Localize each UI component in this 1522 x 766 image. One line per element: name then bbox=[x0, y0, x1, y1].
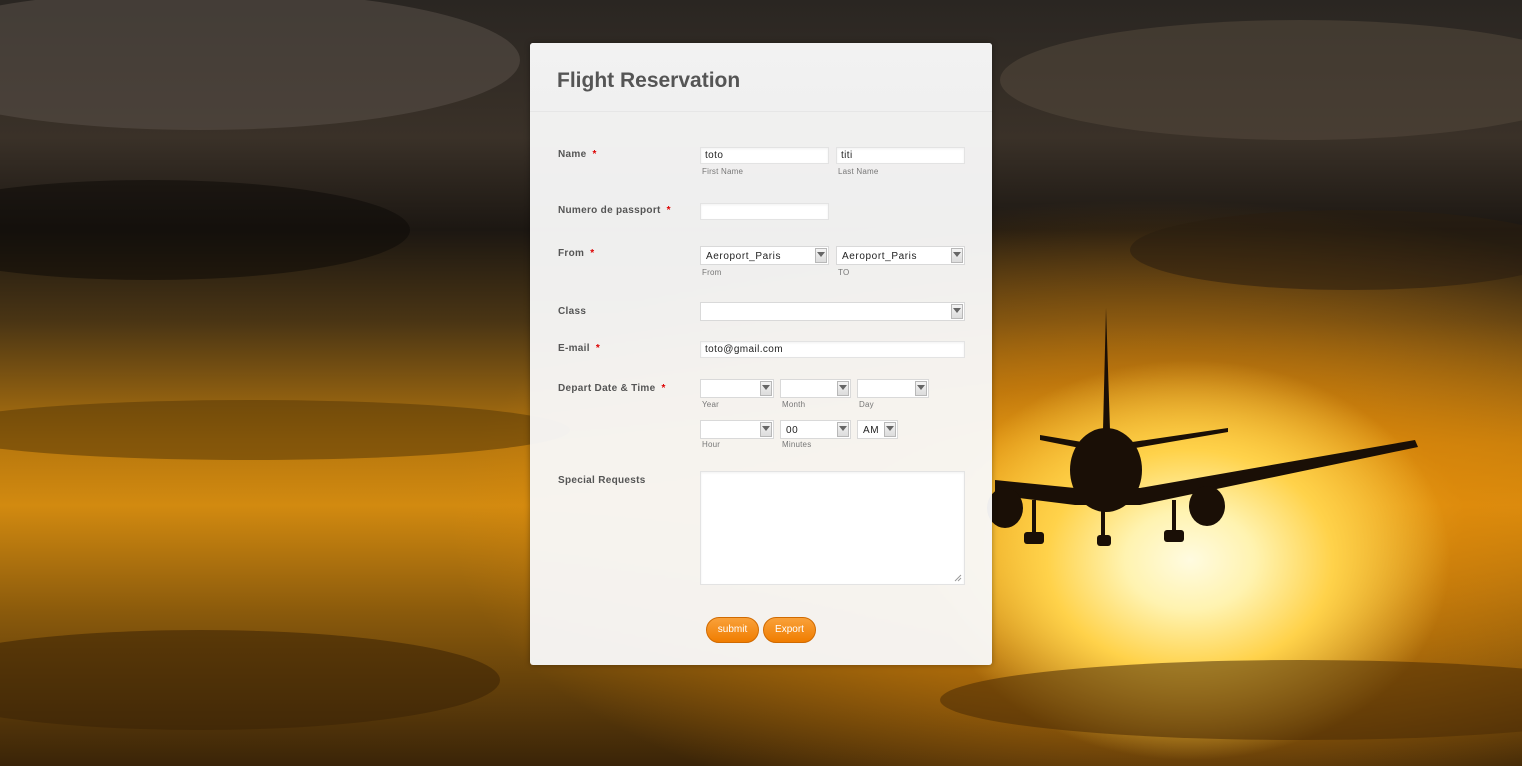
minutes-sublabel: Minutes bbox=[782, 440, 812, 449]
passport-label-text: Numero de passport bbox=[558, 205, 661, 216]
last-name-sublabel: Last Name bbox=[838, 167, 879, 176]
hour-sublabel: Hour bbox=[702, 440, 721, 449]
special-requests-label: Special Requests bbox=[558, 475, 646, 486]
minutes-select[interactable]: 00 bbox=[780, 420, 851, 439]
day-sublabel: Day bbox=[859, 400, 874, 409]
depart-label: Depart Date & Time * bbox=[558, 383, 666, 394]
year-select[interactable] bbox=[700, 379, 774, 398]
to-airport-value: Aeroport_Paris bbox=[842, 251, 918, 262]
airplane-silhouette bbox=[987, 308, 1418, 546]
to-airport-select[interactable]: Aeroport_Paris bbox=[836, 246, 965, 265]
hour-select[interactable] bbox=[700, 420, 774, 439]
first-name-input[interactable] bbox=[700, 147, 829, 164]
class-select[interactable] bbox=[700, 302, 965, 321]
first-name-sublabel: First Name bbox=[702, 167, 744, 176]
month-select[interactable] bbox=[780, 379, 851, 398]
name-label-text: Name bbox=[558, 149, 587, 160]
required-mark: * bbox=[661, 383, 666, 394]
resize-grip-icon[interactable] bbox=[954, 574, 962, 582]
email-label: E-mail * bbox=[558, 343, 600, 354]
minutes-value: 00 bbox=[786, 425, 799, 436]
ampm-select[interactable]: AM bbox=[857, 420, 898, 439]
class-label: Class bbox=[558, 306, 587, 317]
ampm-value: AM bbox=[863, 425, 880, 436]
flight-reservation-form: Flight Reservation Name * First Name Last… bbox=[530, 43, 992, 665]
from-airport-select[interactable]: Aeroport_Paris bbox=[700, 246, 829, 265]
chevron-down-icon bbox=[915, 381, 927, 396]
from-airport-value: Aeroport_Paris bbox=[706, 251, 782, 262]
chevron-down-icon bbox=[837, 422, 849, 437]
year-sublabel: Year bbox=[702, 400, 719, 409]
email-input[interactable] bbox=[700, 341, 965, 358]
form-title: Flight Reservation bbox=[557, 69, 741, 92]
depart-label-text: Depart Date & Time bbox=[558, 383, 656, 394]
export-button[interactable]: Export bbox=[763, 617, 816, 643]
from-sublabel: From bbox=[702, 268, 722, 277]
passport-input[interactable] bbox=[700, 203, 829, 220]
to-sublabel: TO bbox=[838, 268, 850, 277]
chevron-down-icon bbox=[837, 381, 849, 396]
from-label-text: From bbox=[558, 248, 585, 259]
required-mark: * bbox=[595, 343, 601, 354]
chevron-down-icon bbox=[951, 248, 963, 263]
required-mark: * bbox=[590, 248, 595, 259]
required-mark: * bbox=[592, 149, 597, 160]
required-mark: * bbox=[666, 205, 671, 216]
form-header: Flight Reservation bbox=[530, 43, 992, 112]
submit-button[interactable]: submit bbox=[706, 617, 759, 643]
chevron-down-icon bbox=[951, 304, 963, 319]
special-requests-textarea[interactable] bbox=[700, 471, 965, 585]
day-select[interactable] bbox=[857, 379, 929, 398]
name-label: Name * bbox=[558, 149, 597, 160]
email-label-text: E-mail bbox=[558, 343, 590, 354]
chevron-down-icon bbox=[815, 248, 827, 263]
chevron-down-icon bbox=[760, 381, 772, 396]
chevron-down-icon bbox=[760, 422, 772, 437]
from-label: From * bbox=[558, 248, 594, 259]
last-name-input[interactable] bbox=[836, 147, 965, 164]
chevron-down-icon bbox=[884, 422, 896, 437]
month-sublabel: Month bbox=[782, 400, 806, 409]
passport-label: Numero de passport * bbox=[558, 205, 671, 216]
